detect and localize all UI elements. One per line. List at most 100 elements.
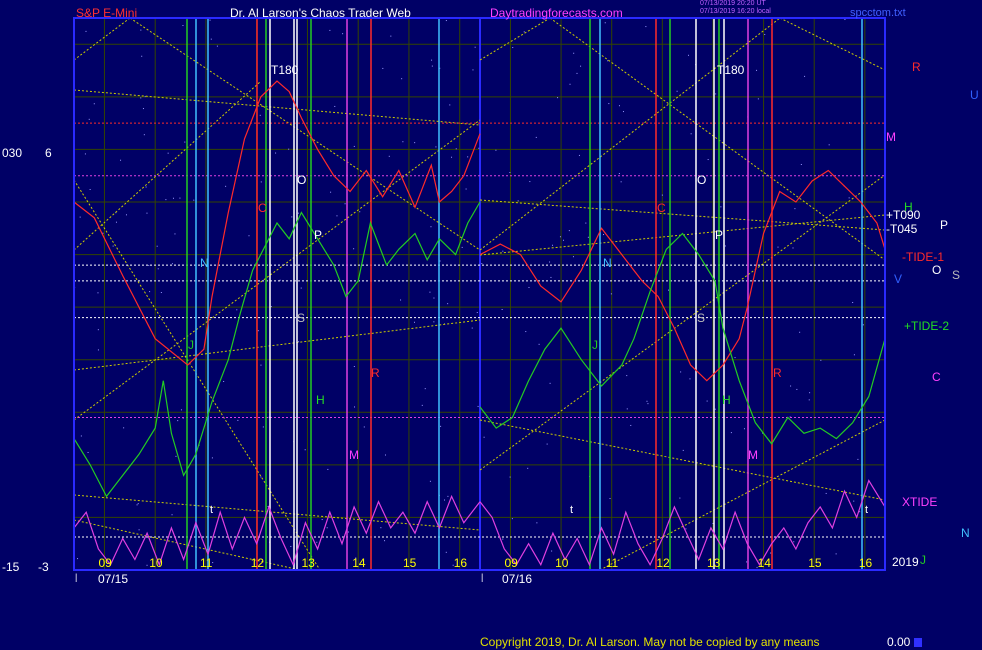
label-R-day1: R (371, 366, 380, 380)
star-dot (175, 455, 177, 457)
star-dot (645, 26, 647, 28)
star-dot (706, 400, 708, 402)
star-dot (757, 98, 759, 100)
star-dot (535, 136, 537, 138)
star-dot (171, 263, 173, 265)
site-url-link[interactable]: Daytradingforecasts.com (490, 6, 623, 20)
hour-tick-label: 14 (352, 556, 366, 570)
hour-tick-label: 11 (605, 556, 619, 570)
star-dot (451, 156, 453, 158)
star-dot (569, 83, 571, 85)
star-dot (248, 235, 250, 237)
star-dot (618, 105, 620, 107)
star-dot (770, 552, 772, 554)
star-dot (622, 111, 624, 113)
copyright-text: Copyright 2019, Dr. Al Larson. May not b… (480, 635, 820, 649)
star-dot (610, 293, 612, 295)
star-dot (316, 541, 318, 543)
star-dot (724, 245, 726, 247)
star-dot (608, 103, 610, 105)
star-dot (431, 65, 433, 67)
moon-cycle-line (129, 17, 481, 251)
star-dot (680, 371, 682, 373)
label-M-day2: M (748, 448, 758, 462)
star-dot (792, 247, 794, 249)
star-dot (138, 529, 140, 531)
star-dot (445, 551, 447, 553)
label-t-day2: t (570, 504, 574, 516)
star-dot (97, 292, 99, 294)
label-H-day2: H (722, 393, 731, 407)
star-dot (604, 22, 606, 24)
star-dot (171, 514, 173, 516)
star-dot (809, 392, 811, 394)
day-marker-2: | (481, 572, 484, 582)
left-axis-bottom-value: -3 (38, 560, 49, 574)
timestamp-line-2: 07/13/2019 16:20 local (700, 8, 771, 15)
star-dot (626, 408, 628, 410)
star-dot (414, 142, 416, 144)
star-dot (384, 540, 386, 542)
series-line-XTIDE-day1 (73, 494, 481, 567)
star-dot (777, 246, 779, 248)
star-dot (449, 104, 451, 106)
series-line-XTIDE-day2 (479, 479, 886, 567)
star-dot (141, 55, 143, 57)
star-dot (115, 221, 117, 223)
star-dot (536, 522, 538, 524)
star-dot (225, 185, 227, 187)
star-dot (97, 329, 99, 331)
star-dot (720, 206, 722, 208)
right-label-C: C (932, 370, 941, 384)
star-dot (330, 191, 332, 193)
label-P-day2: P (715, 228, 724, 242)
label-O-day2: O (697, 173, 707, 187)
label-R-day2: R (773, 366, 782, 380)
star-dot (647, 403, 649, 405)
star-dot (298, 341, 300, 343)
star-dot (444, 499, 446, 501)
star-dot (743, 428, 745, 430)
star-dot (156, 245, 158, 247)
moon-cycle-line (479, 199, 886, 231)
star-dot (140, 29, 142, 31)
right-label-V: V (894, 272, 903, 286)
star-dot (259, 114, 261, 116)
label-N-day2: N (603, 256, 612, 270)
star-dot (384, 454, 386, 456)
right-label-TIDE1: -TIDE-1 (902, 250, 944, 264)
star-dot (572, 256, 574, 258)
star-dot (609, 498, 611, 500)
star-dot (88, 118, 90, 120)
star-dot (435, 146, 437, 148)
star-dot (260, 476, 262, 478)
star-dot (715, 93, 717, 95)
star-dot (209, 19, 211, 21)
label-T180-day2: T180 (717, 63, 745, 77)
star-dot (165, 199, 167, 201)
star-dot (112, 245, 114, 247)
star-dot (559, 236, 561, 238)
right-label-TIDE2: +TIDE-2 (904, 319, 950, 333)
star-dot (79, 216, 81, 218)
file-name: spcctom.txt (850, 7, 906, 19)
star-dot (237, 419, 239, 421)
star-dot (568, 230, 570, 232)
star-dot (148, 264, 150, 266)
label-t-day3: t (865, 504, 869, 516)
star-dot (552, 244, 554, 246)
star-dot (89, 189, 91, 191)
star-dot (140, 97, 142, 99)
star-dot (440, 425, 442, 427)
star-dot (799, 331, 801, 333)
star-dot (388, 155, 390, 157)
moon-cycle-line (73, 494, 481, 531)
label-t-day1: t (210, 504, 214, 516)
footer-indicator-icon (914, 638, 922, 647)
star-dot (676, 90, 678, 92)
star-dot (182, 25, 184, 27)
star-dot (414, 321, 416, 323)
star-dot (844, 19, 846, 21)
star-dot (474, 46, 476, 48)
star-dot (714, 408, 716, 410)
